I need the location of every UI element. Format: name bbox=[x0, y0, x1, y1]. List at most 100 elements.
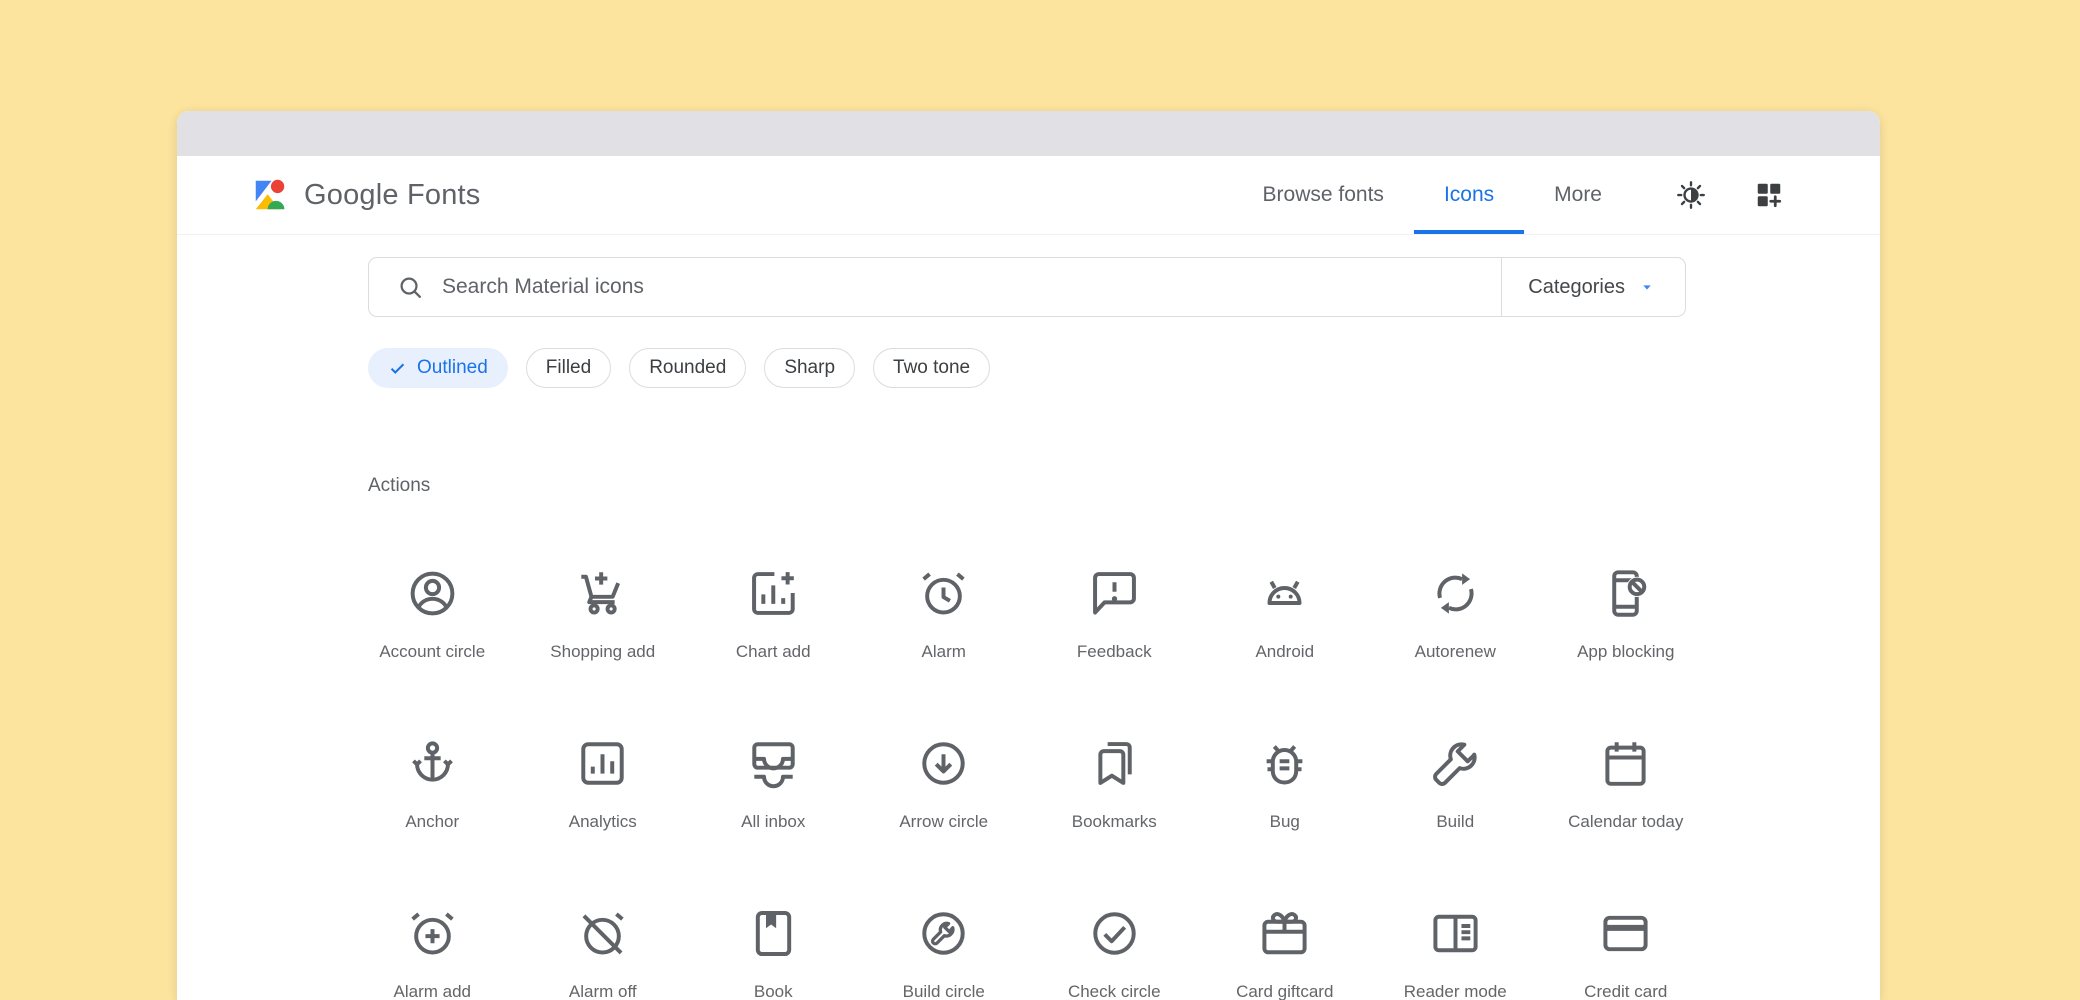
icon-label: Credit card bbox=[1584, 982, 1667, 1000]
icon-label: Build circle bbox=[903, 982, 985, 1000]
icon-label: Shopping add bbox=[550, 642, 655, 662]
header-icon-buttons bbox=[1676, 180, 1784, 210]
add-shopping-cart-icon bbox=[576, 567, 629, 620]
account-circle-icon bbox=[406, 567, 459, 620]
anchor-icon bbox=[406, 737, 459, 790]
chip-label: Sharp bbox=[784, 357, 835, 379]
icon-tile-arrow-circle[interactable]: Arrow circle bbox=[859, 737, 1030, 907]
autorenew-icon bbox=[1429, 567, 1482, 620]
icon-tile-book[interactable]: Book bbox=[688, 907, 859, 1000]
chip-two-tone[interactable]: Two tone bbox=[873, 348, 990, 388]
search-icon bbox=[397, 274, 424, 301]
build-circle-icon bbox=[917, 907, 970, 960]
icon-label: Account circle bbox=[379, 642, 485, 662]
reader-mode-icon bbox=[1429, 907, 1482, 960]
icon-tile-android[interactable]: Android bbox=[1200, 567, 1371, 737]
icon-label: Book bbox=[754, 982, 793, 1000]
chip-label: Outlined bbox=[417, 357, 488, 379]
icon-label: Autorenew bbox=[1415, 642, 1496, 662]
icon-label: Alarm bbox=[922, 642, 966, 662]
chip-label: Filled bbox=[546, 357, 591, 379]
icon-tile-calendar-today[interactable]: Calendar today bbox=[1541, 737, 1712, 907]
main-nav: Browse fonts Icons More bbox=[1233, 156, 1632, 234]
icon-label: Build bbox=[1436, 812, 1474, 832]
icon-tile-alarm-off[interactable]: Alarm off bbox=[518, 907, 689, 1000]
google-fonts-logo[interactable]: Google Fonts bbox=[251, 176, 481, 214]
icon-tile-credit-card[interactable]: Credit card bbox=[1541, 907, 1712, 1000]
icon-tile-account-circle[interactable]: Account circle bbox=[347, 567, 518, 737]
icon-label: Card giftcard bbox=[1236, 982, 1333, 1000]
theme-toggle-icon bbox=[1676, 180, 1706, 210]
analytics-icon bbox=[576, 737, 629, 790]
icon-label: All inbox bbox=[741, 812, 805, 832]
icon-grid: Account circle Shopping add Chart add bbox=[347, 567, 1711, 1000]
icon-tile-autorenew[interactable]: Autorenew bbox=[1370, 567, 1541, 737]
site-header: Google Fonts Browse fonts Icons More bbox=[177, 156, 1880, 235]
icon-label: Alarm off bbox=[569, 982, 637, 1000]
nav-browse-fonts[interactable]: Browse fonts bbox=[1233, 156, 1414, 234]
chip-outlined[interactable]: Outlined bbox=[368, 348, 508, 388]
browser-chrome-bar bbox=[177, 111, 1880, 156]
icon-label: Bug bbox=[1270, 812, 1300, 832]
chip-label: Rounded bbox=[649, 357, 726, 379]
icon-tile-bug[interactable]: Bug bbox=[1200, 737, 1371, 907]
check-circle-icon bbox=[1088, 907, 1141, 960]
android-icon bbox=[1258, 567, 1311, 620]
icon-tile-reader-mode[interactable]: Reader mode bbox=[1370, 907, 1541, 1000]
chip-filled[interactable]: Filled bbox=[526, 348, 611, 388]
theme-toggle-button[interactable] bbox=[1676, 180, 1706, 210]
feedback-icon bbox=[1088, 567, 1141, 620]
icon-tile-shopping-add[interactable]: Shopping add bbox=[518, 567, 689, 737]
section-title: Actions bbox=[368, 475, 430, 497]
browser-window: Google Fonts Browse fonts Icons More bbox=[177, 111, 1880, 1000]
icon-label: Reader mode bbox=[1404, 982, 1507, 1000]
card-giftcard-icon bbox=[1258, 907, 1311, 960]
icon-search-bar: Categories bbox=[368, 257, 1686, 317]
style-filter-chips: Outlined Filled Rounded Sharp Two tone bbox=[368, 348, 990, 388]
icon-label: App blocking bbox=[1577, 642, 1674, 662]
credit-card-icon bbox=[1599, 907, 1652, 960]
categories-dropdown[interactable]: Categories bbox=[1501, 258, 1685, 316]
icon-label: Bookmarks bbox=[1072, 812, 1157, 832]
search-input[interactable] bbox=[440, 274, 1501, 300]
alarm-icon bbox=[917, 567, 970, 620]
icon-tile-card-giftcard[interactable]: Card giftcard bbox=[1200, 907, 1371, 1000]
calendar-today-icon bbox=[1599, 737, 1652, 790]
arrow-circle-down-icon bbox=[917, 737, 970, 790]
icon-tile-build-circle[interactable]: Build circle bbox=[859, 907, 1030, 1000]
icon-tile-chart-add[interactable]: Chart add bbox=[688, 567, 859, 737]
icon-label: Alarm add bbox=[394, 982, 471, 1000]
all-inbox-icon bbox=[747, 737, 800, 790]
nav-more[interactable]: More bbox=[1524, 156, 1632, 234]
icon-tile-alarm[interactable]: Alarm bbox=[859, 567, 1030, 737]
chip-rounded[interactable]: Rounded bbox=[629, 348, 746, 388]
caret-down-icon bbox=[1639, 279, 1655, 295]
icon-label: Android bbox=[1255, 642, 1314, 662]
categories-label: Categories bbox=[1528, 276, 1625, 299]
icon-tile-feedback[interactable]: Feedback bbox=[1029, 567, 1200, 737]
icon-tile-app-blocking[interactable]: App blocking bbox=[1541, 567, 1712, 737]
icon-tile-bookmarks[interactable]: Bookmarks bbox=[1029, 737, 1200, 907]
icon-label: Feedback bbox=[1077, 642, 1152, 662]
icon-label: Calendar today bbox=[1568, 812, 1683, 832]
icon-label: Arrow circle bbox=[899, 812, 988, 832]
apps-grid-button[interactable] bbox=[1754, 180, 1784, 210]
logo-text: Google Fonts bbox=[304, 179, 481, 212]
icon-tile-build[interactable]: Build bbox=[1370, 737, 1541, 907]
icon-tile-alarm-add[interactable]: Alarm add bbox=[347, 907, 518, 1000]
icon-tile-check-circle[interactable]: Check circle bbox=[1029, 907, 1200, 1000]
icon-tile-anchor[interactable]: Anchor bbox=[347, 737, 518, 907]
icon-label: Chart add bbox=[736, 642, 811, 662]
chip-label: Two tone bbox=[893, 357, 970, 379]
bug-report-icon bbox=[1258, 737, 1311, 790]
icon-label: Anchor bbox=[405, 812, 459, 832]
nav-icons[interactable]: Icons bbox=[1414, 156, 1524, 234]
checkmark-icon bbox=[388, 359, 407, 378]
alarm-off-icon bbox=[576, 907, 629, 960]
icon-label: Analytics bbox=[569, 812, 637, 832]
icon-tile-all-inbox[interactable]: All inbox bbox=[688, 737, 859, 907]
chip-sharp[interactable]: Sharp bbox=[764, 348, 855, 388]
add-chart-icon bbox=[747, 567, 800, 620]
icon-tile-analytics[interactable]: Analytics bbox=[518, 737, 689, 907]
book-icon bbox=[747, 907, 800, 960]
